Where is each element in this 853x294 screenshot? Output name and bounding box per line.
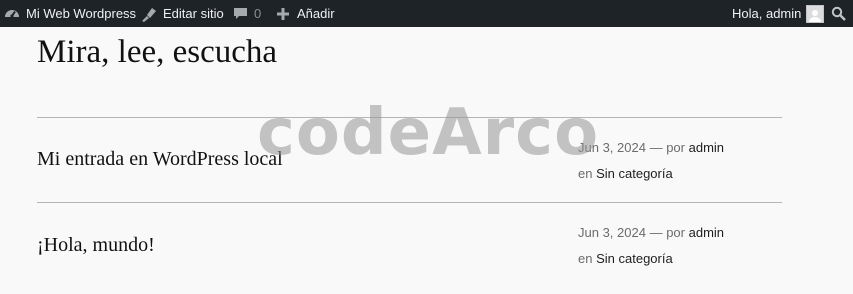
post-date[interactable]: Jun 3, 2024 — [578, 225, 646, 240]
add-new-label: Añadir — [297, 6, 335, 21]
comments-menu[interactable]: 0 — [233, 0, 261, 27]
meta-by: por — [666, 140, 685, 155]
post-meta: Jun 3, 2024 — por admin en Sin categoría — [578, 220, 724, 272]
avatar — [806, 4, 825, 23]
search-button[interactable] — [831, 0, 846, 27]
divider — [37, 202, 782, 203]
wordpress-dashboard-icon — [4, 6, 20, 22]
meta-in: en — [578, 251, 593, 266]
brush-icon — [140, 6, 157, 22]
meta-dash: — — [649, 225, 663, 240]
comments-count: 0 — [254, 6, 262, 21]
admin-bar: Mi Web Wordpress Editar sitio 0 Añadir H… — [0, 0, 853, 27]
edit-site-label: Editar sitio — [163, 6, 224, 21]
site-name-menu[interactable]: Mi Web Wordpress — [4, 0, 136, 27]
meta-dash: — — [649, 140, 663, 155]
post-title-link[interactable]: ¡Hola, mundo! — [37, 234, 155, 257]
edit-site-menu[interactable]: Editar sitio — [140, 0, 224, 27]
post-author-link[interactable]: admin — [689, 140, 724, 155]
site-name-label: Mi Web Wordpress — [26, 6, 137, 21]
post-author-link[interactable]: admin — [689, 225, 724, 240]
meta-by: por — [666, 225, 685, 240]
comment-icon — [233, 6, 248, 21]
plus-icon — [276, 7, 290, 21]
watermark: codeArco — [256, 96, 600, 170]
search-icon — [831, 6, 846, 21]
add-new-menu[interactable]: Añadir — [276, 0, 335, 27]
post-category-link[interactable]: Sin categoría — [596, 251, 673, 266]
greeting-label: Hola, admin — [732, 6, 802, 21]
page-title: Mira, lee, escucha — [37, 34, 278, 70]
my-account-menu[interactable]: Hola, admin — [732, 0, 825, 27]
